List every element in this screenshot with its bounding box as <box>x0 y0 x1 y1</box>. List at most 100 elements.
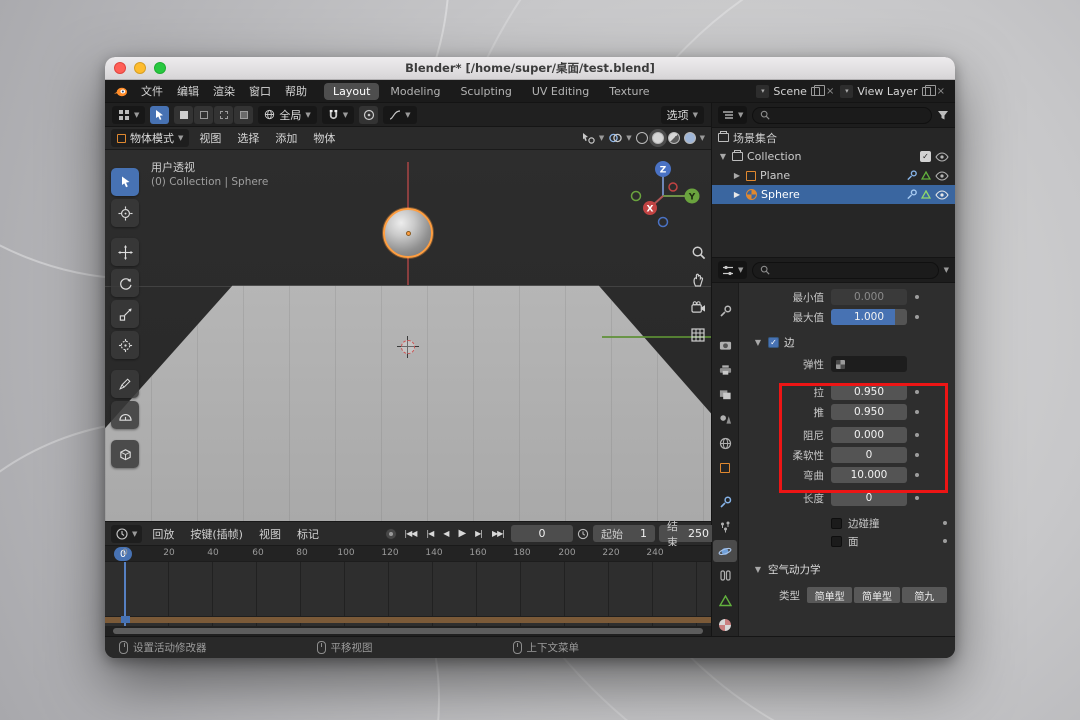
outliner-row-sphere[interactable]: ▶ Sphere <box>712 185 955 204</box>
disclosure-open-icon[interactable]: ▼ <box>753 338 763 347</box>
editor-type-button[interactable]: ▼ <box>112 105 146 124</box>
play-reverse-button[interactable]: ◀ <box>440 529 451 538</box>
aero-type-option-1[interactable]: 简单型 <box>807 587 853 603</box>
outliner-row-scene-collection[interactable]: 场景集合 <box>712 128 955 147</box>
aero-type-option-3[interactable]: 简九 <box>901 587 947 603</box>
outliner-row-collection[interactable]: ▼ Collection ✓ <box>712 147 955 166</box>
jump-to-end-button[interactable]: ▶▶| <box>489 529 507 538</box>
edge-collision-checkbox[interactable] <box>831 517 842 529</box>
scene-browse-icon[interactable]: ▾ <box>756 84 770 98</box>
tool-select-box[interactable] <box>111 168 139 196</box>
workspace-tab-layout[interactable]: Layout <box>324 82 380 100</box>
properties-editor-type-button[interactable]: ▼ <box>718 261 748 279</box>
view-menu[interactable]: 视图 <box>193 128 227 148</box>
tab-tool[interactable] <box>713 301 737 323</box>
tool-scale[interactable] <box>111 300 139 328</box>
filter-funnel-icon[interactable] <box>937 110 949 121</box>
tool-add-cube[interactable] <box>111 440 139 468</box>
disclosure-closed-icon[interactable]: ▶ <box>732 171 742 180</box>
shading-wireframe-icon[interactable] <box>635 132 648 144</box>
view-layer-selector[interactable]: View Layer <box>857 85 917 98</box>
length-field[interactable]: 0 <box>831 490 907 506</box>
toggle-ortho-button[interactable] <box>688 325 708 345</box>
tool-measure[interactable] <box>111 401 139 429</box>
options-dropdown[interactable]: 选项 ▼ <box>660 105 704 124</box>
viewlayer-remove-icon[interactable]: × <box>935 86 947 97</box>
tab-output[interactable] <box>713 359 737 381</box>
minimize-button[interactable] <box>134 62 146 74</box>
timeline-tracks[interactable] <box>105 562 711 626</box>
prev-keyframe-button[interactable]: |◀ <box>423 529 436 538</box>
timeline-ruler[interactable]: 0 0 20 40 60 80 100 120 140 160 180 200 … <box>105 546 711 562</box>
menu-file[interactable]: 文件 <box>134 81 170 101</box>
select-mode-new-icon[interactable] <box>174 105 194 124</box>
animate-dot-icon[interactable] <box>943 539 947 543</box>
tab-modifiers[interactable] <box>713 491 737 513</box>
tab-render[interactable] <box>713 335 737 357</box>
animate-dot-icon[interactable] <box>915 390 919 394</box>
outliner-row-plane[interactable]: ▶ Plane <box>712 166 955 185</box>
scene-unlink-icon[interactable]: × <box>824 86 836 97</box>
disclosure-open-icon[interactable]: ▼ <box>718 152 728 161</box>
next-keyframe-button[interactable]: ▶| <box>472 529 485 538</box>
collection-checkbox[interactable]: ✓ <box>920 151 931 162</box>
menu-edit[interactable]: 编辑 <box>170 81 206 101</box>
scene-copy-icon[interactable] <box>810 84 825 96</box>
tab-world[interactable] <box>713 433 737 455</box>
aero-type-option-2[interactable]: 简单型 <box>854 587 900 603</box>
aerodynamics-section-header[interactable]: ▼ 空气动力学 <box>753 562 947 577</box>
tab-particles[interactable] <box>713 516 737 538</box>
chevron-down-icon[interactable]: ▼ <box>944 266 949 274</box>
frame-start-field[interactable]: 起始 1 <box>593 525 655 542</box>
animate-dot-icon[interactable] <box>915 453 919 457</box>
snap-dropdown[interactable]: ▼ <box>321 105 355 124</box>
select-mode-invert-icon[interactable] <box>234 105 254 124</box>
object-menu[interactable]: 物体 <box>307 128 341 148</box>
tool-rotate[interactable] <box>111 269 139 297</box>
menu-render[interactable]: 渲染 <box>206 81 242 101</box>
springs-vertex-group-field[interactable] <box>831 356 907 372</box>
tab-physics[interactable] <box>713 540 737 563</box>
animate-dot-icon[interactable] <box>915 433 919 437</box>
chevron-down-icon[interactable]: ▼ <box>626 134 631 142</box>
workspace-tab-modeling[interactable]: Modeling <box>381 83 449 100</box>
animate-dot-icon[interactable] <box>915 295 919 299</box>
tool-cursor[interactable] <box>111 199 139 227</box>
workspace-tab-uvediting[interactable]: UV Editing <box>523 83 598 100</box>
animate-dot-icon[interactable] <box>943 521 947 525</box>
scrollbar-handle[interactable] <box>113 628 703 634</box>
eye-icon[interactable] <box>935 170 949 181</box>
disclosure-closed-icon[interactable]: ▶ <box>732 190 742 199</box>
outliner-search-input[interactable] <box>752 106 932 124</box>
damp-field[interactable]: 0.000 <box>831 427 907 443</box>
pull-field[interactable]: 0.950 <box>831 384 907 400</box>
preview-range-clock-icon[interactable] <box>577 528 589 540</box>
tool-annotate[interactable] <box>111 370 139 398</box>
markers-menu[interactable]: 标记 <box>291 524 325 544</box>
maximize-button[interactable] <box>154 62 166 74</box>
menu-help[interactable]: 帮助 <box>278 81 314 101</box>
viewport-3d[interactable]: 用户透视 (0) Collection | Sphere Z Y X <box>105 150 711 521</box>
push-field[interactable]: 0.950 <box>831 404 907 420</box>
shading-solid-icon[interactable] <box>651 132 664 144</box>
timeline-scrollbar[interactable] <box>105 626 711 636</box>
frame-end-field[interactable]: 结束 250 <box>659 520 717 549</box>
transform-orientation-dropdown[interactable]: 全局 ▼ <box>258 105 317 124</box>
mode-dropdown[interactable]: 物体模式 ▼ <box>111 129 190 147</box>
proportional-edit-button[interactable] <box>359 105 379 124</box>
select-mode-extend-icon[interactable] <box>194 105 214 124</box>
shading-rendered-icon[interactable] <box>683 132 696 144</box>
timeline-editor-type-button[interactable]: ▼ <box>111 524 143 543</box>
chevron-down-icon[interactable]: ▼ <box>599 134 604 142</box>
outliner-display-mode-button[interactable]: ▼ <box>718 106 748 124</box>
properties-search-input[interactable] <box>752 261 939 279</box>
tab-view-layer[interactable] <box>713 384 737 406</box>
falloff-dropdown[interactable]: ▼ <box>383 105 417 124</box>
active-tool-button[interactable] <box>150 105 170 124</box>
menu-window[interactable]: 窗口 <box>242 81 278 101</box>
tool-transform[interactable] <box>111 331 139 359</box>
tab-object-data[interactable] <box>713 590 737 612</box>
viewlayer-copy-icon[interactable] <box>921 84 936 96</box>
min-field[interactable]: 0.000 <box>831 289 907 305</box>
disclosure-open-icon[interactable]: ▼ <box>753 565 763 574</box>
